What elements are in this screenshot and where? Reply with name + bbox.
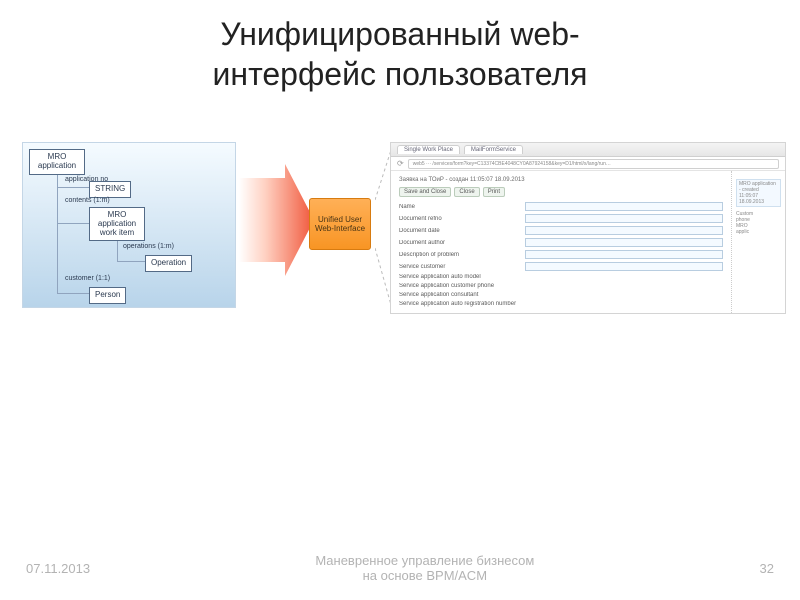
text-input[interactable] xyxy=(525,214,723,223)
side-panel: MRO application - created 11:05:07 18.09… xyxy=(731,171,785,313)
side-heading: MRO application - created 11:05:07 18.09… xyxy=(736,179,781,207)
field-label: Description of problem xyxy=(399,252,519,258)
field-label: Name xyxy=(399,204,519,210)
save-close-button[interactable]: Save and Close xyxy=(399,187,451,197)
node-string: STRING xyxy=(89,181,131,198)
node-person: Person xyxy=(89,287,126,304)
field-label: Service application auto model xyxy=(399,274,519,280)
footer-caption: Маневренное управление бизнесом на основ… xyxy=(90,553,759,584)
browser-addressbar: ⟳ web5 ··· /services/form?key=C13374CBE4… xyxy=(391,157,785,171)
text-input[interactable] xyxy=(525,226,723,235)
print-button[interactable]: Print xyxy=(483,187,505,197)
footer-page-number: 32 xyxy=(760,561,774,576)
arrow-icon xyxy=(239,164,314,276)
browser-screenshot: Single Work Place MailFormService ⟳ web5… xyxy=(390,142,786,314)
browser-tabbar: Single Work Place MailFormService xyxy=(391,143,785,157)
slide-title-line2: интерфейс пользователя xyxy=(213,56,588,92)
field-label: Service application auto registration nu… xyxy=(399,301,519,307)
schema-diagram: MRO application application no STRING co… xyxy=(22,142,236,308)
text-input[interactable] xyxy=(525,238,723,247)
field-label: Service application consultant xyxy=(399,292,519,298)
node-work-item: MRO application work item xyxy=(89,207,145,241)
node-operation: Operation xyxy=(145,255,192,272)
slide-title-line1: Унифицированный web- xyxy=(220,16,579,52)
form-panel: Заявка на ТОиР - создан 11:05:07 18.09.2… xyxy=(391,171,731,313)
browser-tab[interactable]: MailFormService xyxy=(464,145,523,154)
field-label: Service application customer phone xyxy=(399,283,519,289)
edge-operations: operations (1:m) xyxy=(123,243,174,250)
unified-interface-box: Unified User Web-Interface xyxy=(309,198,371,250)
slide-content: MRO application application no STRING co… xyxy=(22,142,792,342)
close-button[interactable]: Close xyxy=(454,187,479,197)
slide-title: Унифицированный web- интерфейс пользоват… xyxy=(0,0,800,94)
browser-tab[interactable]: Single Work Place xyxy=(397,145,460,154)
form-caption: Заявка на ТОиР - создан 11:05:07 18.09.2… xyxy=(399,177,723,183)
reload-icon[interactable]: ⟳ xyxy=(397,159,404,168)
url-field[interactable]: web5 ··· /services/form?key=C13374CBE404… xyxy=(408,159,779,169)
side-item: applic xyxy=(736,229,781,235)
footer-date: 07.11.2013 xyxy=(26,561,90,576)
text-input[interactable] xyxy=(525,202,723,211)
edge-contents: contents (1:m) xyxy=(65,197,110,204)
edge-customer: customer (1:1) xyxy=(65,275,110,282)
slide-footer: 07.11.2013 Маневренное управление бизнес… xyxy=(0,553,800,584)
field-label: Document refno xyxy=(399,216,519,222)
text-input[interactable] xyxy=(525,262,723,271)
field-label: Document date xyxy=(399,228,519,234)
field-label: Service customer xyxy=(399,264,519,270)
text-input[interactable] xyxy=(525,250,723,259)
field-label: Document author xyxy=(399,240,519,246)
node-mro-app: MRO application xyxy=(29,149,85,175)
